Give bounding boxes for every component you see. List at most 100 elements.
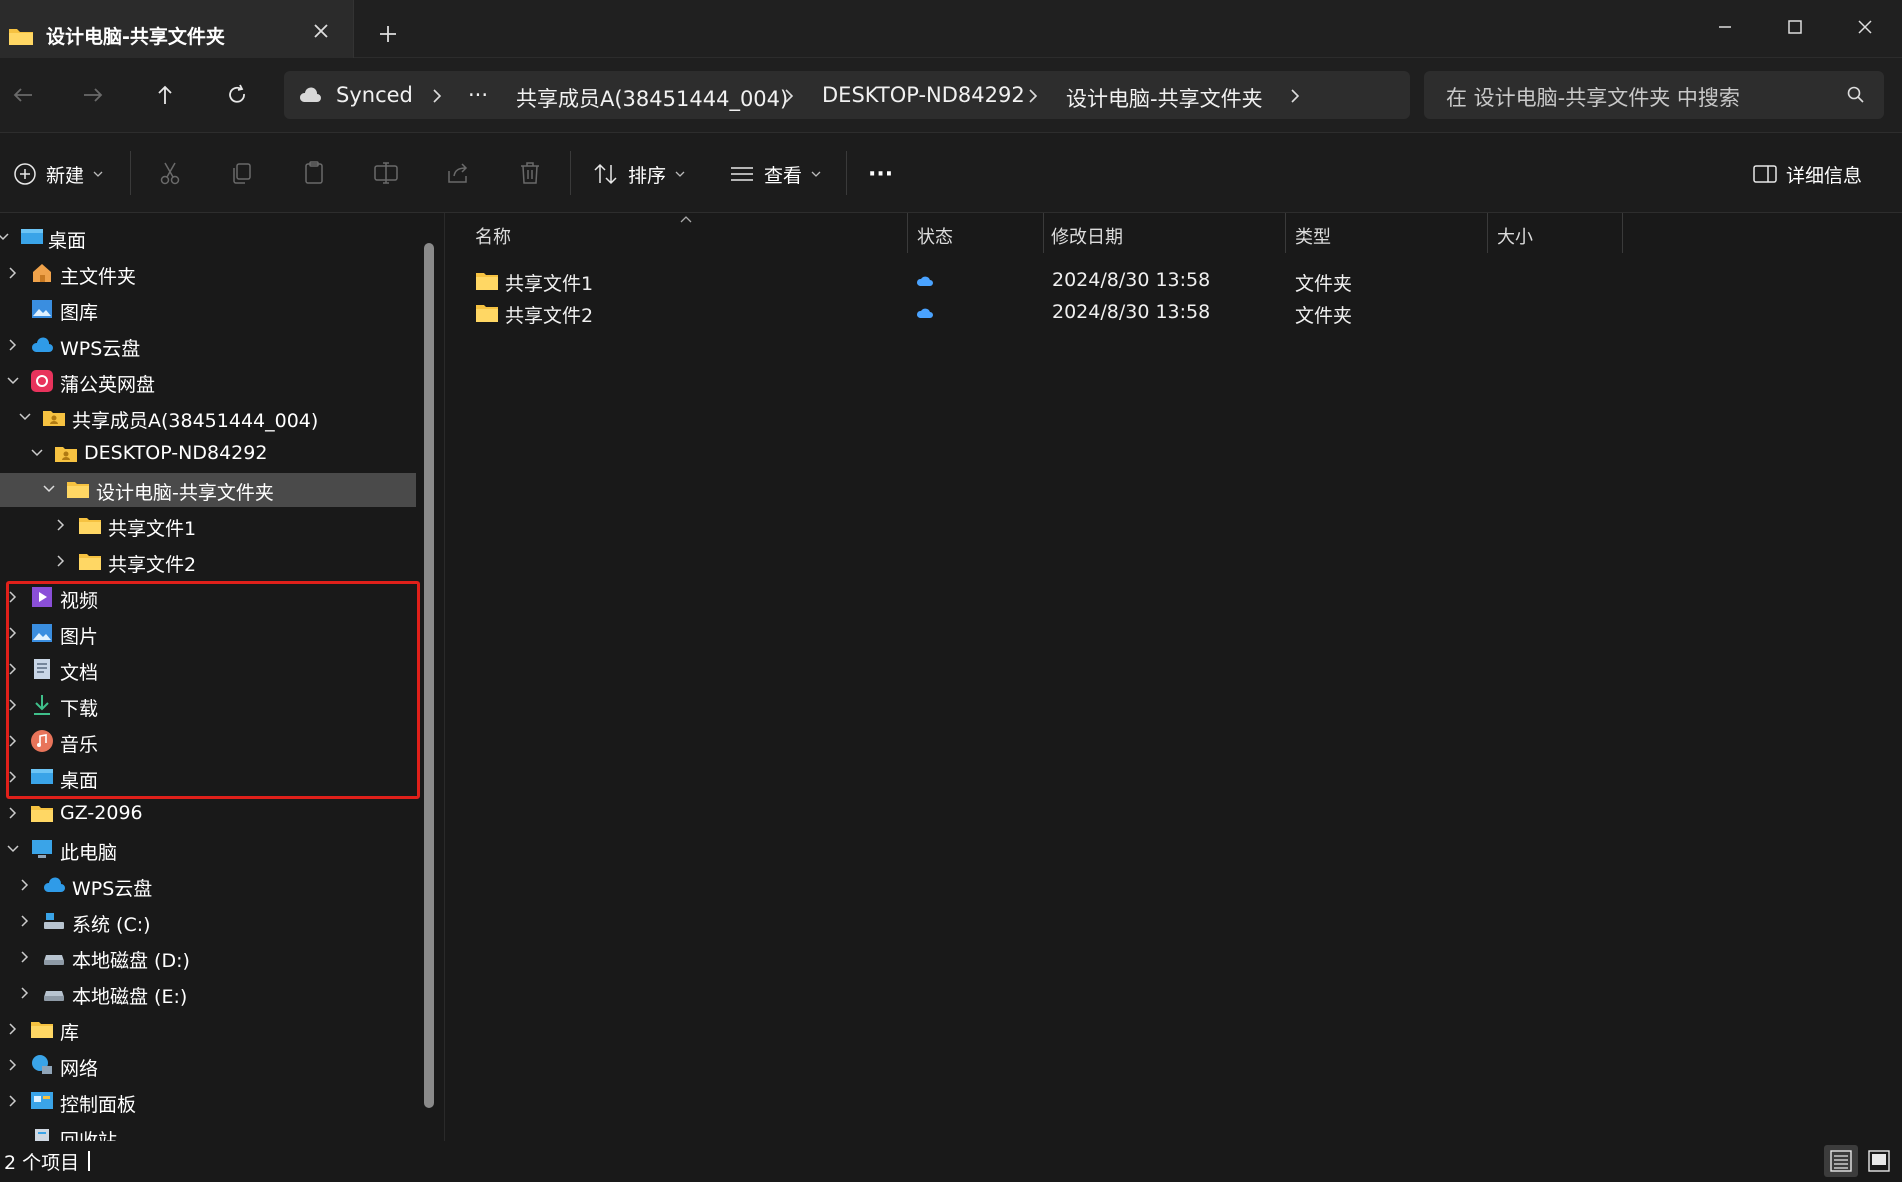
chevron-right-icon[interactable] [6, 806, 20, 820]
chevron-right-icon[interactable] [6, 770, 20, 784]
breadcrumb-cloud[interactable]: Synced [336, 83, 413, 107]
nav-item-videos[interactable]: 视频 [0, 581, 420, 615]
chevron-right-icon[interactable] [6, 1094, 20, 1108]
chevron-right-icon[interactable] [6, 626, 20, 640]
chevron-down-icon[interactable] [6, 842, 20, 856]
chevron-down-icon[interactable] [6, 374, 20, 388]
chevron-right-icon[interactable] [18, 950, 32, 964]
nav-item-music[interactable]: 音乐 [0, 725, 420, 759]
nav-item-library[interactable]: 库 [0, 1013, 420, 1047]
new-tab-icon[interactable] [376, 22, 400, 46]
delete-icon[interactable] [516, 159, 544, 187]
breadcrumb-item[interactable]: DESKTOP-ND84292 [822, 83, 1025, 107]
tiles-view-button[interactable] [1862, 1145, 1896, 1177]
nav-item-share-file-2[interactable]: 共享文件2 [0, 545, 420, 579]
cut-icon[interactable] [156, 159, 184, 187]
chevron-right-icon[interactable] [54, 554, 68, 568]
breadcrumb-item[interactable]: 设计电脑-共享文件夹 [1066, 83, 1263, 113]
chevron-down-icon[interactable] [42, 482, 56, 496]
paste-icon[interactable] [300, 159, 328, 187]
chevron-right-icon[interactable] [6, 266, 20, 280]
nav-item-drive-c[interactable]: 系统 (C:) [0, 905, 420, 939]
breadcrumb-overflow[interactable]: ··· [468, 83, 488, 107]
forward-icon[interactable] [78, 80, 108, 110]
column-header-status[interactable]: 状态 [917, 223, 953, 249]
active-tab[interactable]: 设计电脑-共享文件夹 [0, 0, 354, 58]
column-separator[interactable] [1043, 213, 1044, 253]
file-name: 共享文件2 [505, 305, 594, 327]
chevron-right-icon[interactable] [782, 88, 796, 104]
chevron-down-icon[interactable] [18, 410, 32, 424]
rename-icon[interactable] [372, 159, 400, 187]
nav-item-shared-member[interactable]: 共享成员A(38451444_004) [0, 401, 420, 435]
nav-item-pictures[interactable]: 图片 [0, 617, 420, 651]
column-header-size[interactable]: 大小 [1497, 223, 1533, 249]
chevron-right-icon[interactable] [6, 734, 20, 748]
folder-icon [67, 482, 89, 498]
nav-item-documents[interactable]: 文档 [0, 653, 420, 687]
nav-item-gallery[interactable]: 图库 [0, 293, 420, 327]
nav-item-drive-d[interactable]: 本地磁盘 (D:) [0, 941, 420, 975]
nav-item-pc-wps-cloud[interactable]: WPS云盘 [0, 869, 420, 903]
share-icon[interactable] [444, 159, 472, 187]
nav-item-downloads[interactable]: 下载 [0, 689, 420, 723]
sort-button[interactable]: 排序 [592, 159, 686, 189]
nav-item-pgy-drive[interactable]: 蒲公英网盘 [0, 365, 420, 399]
nav-item-recycle-bin[interactable]: 回收站 [0, 1121, 420, 1141]
nav-item-gz-2096[interactable]: GZ-2096 [0, 797, 420, 831]
maximize-icon[interactable] [1780, 12, 1810, 42]
close-window-icon[interactable] [1850, 12, 1880, 42]
chevron-right-icon[interactable] [1026, 88, 1040, 104]
refresh-icon[interactable] [222, 80, 252, 110]
more-options-button[interactable]: ··· [868, 159, 893, 189]
chevron-right-icon[interactable] [6, 338, 20, 352]
nav-item-network[interactable]: 网络 [0, 1049, 420, 1083]
search-input[interactable]: 在 设计电脑-共享文件夹 中搜索 [1424, 71, 1884, 119]
nav-scrollbar[interactable] [424, 243, 434, 1108]
column-separator[interactable] [907, 213, 908, 253]
column-header-modified[interactable]: 修改日期 [1051, 223, 1123, 249]
chevron-right-icon[interactable] [18, 986, 32, 1000]
back-icon[interactable] [8, 80, 38, 110]
nav-item-control-panel[interactable]: 控制面板 [0, 1085, 420, 1119]
nav-item-design-share[interactable]: 设计电脑-共享文件夹 [0, 473, 416, 507]
nav-item-desktop-2[interactable]: 桌面 [0, 761, 420, 795]
column-separator[interactable] [1285, 213, 1286, 253]
new-button[interactable]: 新建 [12, 159, 104, 189]
details-pane-button[interactable]: 详细信息 [1752, 159, 1862, 189]
copy-icon[interactable] [228, 159, 256, 187]
chevron-right-icon[interactable] [430, 88, 444, 104]
chevron-right-icon[interactable] [18, 878, 32, 892]
chevron-down-icon[interactable] [0, 230, 10, 244]
chevron-right-icon[interactable] [1288, 88, 1302, 104]
chevron-right-icon[interactable] [6, 1058, 20, 1072]
chevron-right-icon[interactable] [6, 590, 20, 604]
minimize-icon[interactable] [1710, 12, 1740, 42]
chevron-right-icon[interactable] [6, 1022, 20, 1036]
nav-item-home[interactable]: 主文件夹 [0, 257, 420, 291]
breadcrumb-item[interactable]: 共享成员A(38451444_004) [516, 83, 788, 113]
nav-item-wps-cloud[interactable]: WPS云盘 [0, 329, 420, 363]
column-separator[interactable] [1487, 213, 1488, 253]
file-type: 文件夹 [1295, 305, 1353, 327]
column-header-name[interactable]: 名称 [475, 223, 511, 249]
file-row[interactable]: 共享文件1 2024/8/30 13:58 文件夹 [445, 264, 1645, 296]
chevron-down-icon[interactable] [30, 446, 44, 460]
chevron-right-icon[interactable] [54, 518, 68, 532]
up-icon[interactable] [150, 80, 180, 110]
chevron-right-icon[interactable] [18, 914, 32, 928]
nav-item-drive-e[interactable]: 本地磁盘 (E:) [0, 977, 420, 1011]
chevron-right-icon[interactable] [6, 662, 20, 676]
details-view-button[interactable] [1824, 1145, 1858, 1177]
view-button[interactable]: 查看 [728, 159, 822, 189]
address-bar[interactable]: Synced ··· 共享成员A(38451444_004) DESKTOP-N… [284, 71, 1410, 119]
file-row[interactable]: 共享文件2 2024/8/30 13:58 文件夹 [445, 296, 1645, 328]
chevron-right-icon[interactable] [6, 698, 20, 712]
nav-item-desktop[interactable]: 桌面 [0, 221, 420, 255]
nav-item-share-file-1[interactable]: 共享文件1 [0, 509, 420, 543]
column-header-type[interactable]: 类型 [1295, 223, 1331, 249]
close-tab-icon[interactable] [310, 20, 332, 42]
column-separator[interactable] [1622, 213, 1623, 253]
nav-item-desktop-nd84292[interactable]: DESKTOP-ND84292 [0, 437, 420, 471]
nav-item-this-pc[interactable]: 此电脑 [0, 833, 420, 867]
